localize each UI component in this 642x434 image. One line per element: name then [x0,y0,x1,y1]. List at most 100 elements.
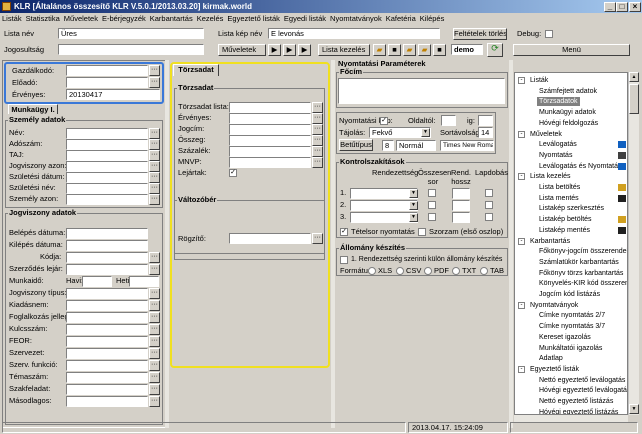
jogviszony-browse-button[interactable]: ··· [149,348,160,359]
gazdalkodo-browse-button[interactable]: ··· [149,65,160,76]
format-radio-tab[interactable] [480,267,488,275]
jogviszony-browse-button[interactable]: ··· [149,300,160,311]
torzsadat-field-input[interactable] [229,135,311,146]
jogviszony-browse-button[interactable]: ··· [149,288,160,299]
scroll-up-icon[interactable]: ▲ [629,72,639,82]
kontrol-dropdown-icon[interactable]: ▼ [409,201,418,210]
tree-item[interactable]: Leválogatás és Nyomtatás [537,162,624,171]
szemelyi-browse-button[interactable]: ··· [149,139,160,150]
jogviszony-field-input[interactable] [66,336,148,347]
maximize-button[interactable]: □ [616,2,628,12]
menu-item-7[interactable]: Egyedi listák [282,14,328,23]
tree-item[interactable]: Címke nyomtatás 3/7 [537,322,607,331]
sortavolsag-input[interactable]: 14 [478,127,493,138]
focim-textarea[interactable] [338,78,505,104]
kontrol-dropdown-icon[interactable]: ▼ [409,189,418,198]
jogviszony-browse-button[interactable]: ··· [149,264,160,275]
torzsadat-browse-button[interactable]: ··· [312,157,323,168]
tree-item[interactable]: Listakép mentés [537,226,592,235]
jogviszony-field-input[interactable] [66,348,148,359]
jogviszony-field-input[interactable] [66,288,148,299]
tree-item[interactable]: Műveletek [528,130,564,139]
tree-item[interactable]: Adatlap [537,354,565,363]
tree-item[interactable]: Leválogatás [537,140,579,149]
tab-torzsadat[interactable]: Törzsadat [173,64,219,76]
menu-item-5[interactable]: Kezelés [195,14,226,23]
jogosultsag-input[interactable] [58,44,204,55]
kontrol-rendezettseg-select[interactable] [350,188,418,199]
center-splitter[interactable] [331,60,335,428]
tree-expand-icon[interactable]: - [518,301,525,309]
jogviszony-field-input[interactable] [66,228,148,239]
tree-item[interactable]: Főkönyv törzs karbantartás [537,269,625,278]
tree-item[interactable]: Egyeztető listák [528,365,581,374]
jogviszony-field-input[interactable] [66,384,148,395]
kontrol-lapdobas-checkbox[interactable] [485,189,493,197]
levalogatas-icon[interactable]: ▶ [268,44,281,56]
eloado-input[interactable] [66,77,148,88]
menu-item-3[interactable]: E-bérjegyzék [100,14,148,23]
tree-expand-icon[interactable]: - [518,77,525,84]
szemelyi-field-input[interactable] [66,161,148,172]
kontrol-rendezettseg-select[interactable] [350,212,418,223]
torzsadat-browse-button[interactable]: ··· [312,146,323,157]
ervenyes-input[interactable]: 20130417 [66,89,160,100]
jogviszony-field-input[interactable] [66,264,148,275]
jogviszony-browse-button[interactable]: ··· [149,252,160,263]
szemelyi-field-input[interactable] [66,194,148,205]
tree-item[interactable]: Hóvégi egyeztető listázás [537,408,620,414]
folder-open-icon[interactable]: ▰ [373,44,386,56]
szemelyi-field-input[interactable] [66,150,148,161]
jogviszony-browse-button[interactable]: ··· [149,336,160,347]
tree-item[interactable]: Nettó egyeztető listázás [537,397,615,406]
nyomtatasi-kep-checkbox[interactable]: ✓ [380,117,388,125]
ig-input[interactable] [478,115,493,126]
tab-munkaugy[interactable]: Munkaügy I. [8,104,58,114]
kontrol-osszesen-checkbox[interactable] [428,189,436,197]
kontrol-lapdobas-checkbox[interactable] [485,201,493,209]
kontrol-rend-hossz-input[interactable] [452,200,470,211]
menu-item-6[interactable]: Egyeztető listák [225,14,282,23]
torzsadat-browse-button[interactable]: ··· [312,113,323,124]
tree-item[interactable]: Munkaügyi adatok [537,108,598,117]
format-radio-csv[interactable] [396,267,404,275]
kontrol-dropdown-icon[interactable]: ▼ [409,213,418,222]
tree-item[interactable]: Jogcím kód listázás [537,290,602,299]
folder-icon[interactable]: ▰ [403,44,416,56]
listakep-save-icon[interactable]: ■ [433,44,446,56]
rogzito-input[interactable] [229,233,311,244]
betu-meret-input[interactable]: 8 [382,140,394,151]
jogviszony-field-input[interactable] [66,312,148,323]
szemelyi-browse-button[interactable]: ··· [149,183,160,194]
betutipus-button[interactable]: Betűtípus [339,139,373,151]
jogviszony-browse-button[interactable]: ··· [149,372,160,383]
debug-checkbox[interactable] [545,30,553,38]
jogviszony-field-input[interactable] [66,300,148,311]
tree-item[interactable]: Lista mentés [537,194,581,203]
tree-item[interactable]: Nyomtatás [537,151,574,160]
jogviszony-browse-button[interactable]: ··· [149,312,160,323]
menu-item-4[interactable]: Karbantartás [148,14,195,23]
tetelsor-checkbox[interactable]: ✓ [340,228,348,236]
close-button[interactable]: × [629,2,641,12]
save-icon[interactable]: ■ [388,44,401,56]
scroll-down-icon[interactable]: ▼ [629,404,639,414]
jogviszony-browse-button[interactable]: ··· [149,396,160,407]
gazdalkodo-input[interactable] [66,65,148,76]
refresh-icon[interactable]: ⟳ [487,43,503,57]
kontrol-lapdobas-checkbox[interactable] [485,213,493,221]
torzsadat-field-input[interactable] [229,113,311,124]
tree-item[interactable]: Munkáltatói igazolás [537,344,604,353]
jogviszony-field-input[interactable] [66,360,148,371]
scroll-thumb[interactable] [629,84,639,114]
torzsadat-browse-button[interactable]: ··· [312,102,323,113]
levalogatas-nyomtatas-icon[interactable]: ▶ [298,44,311,56]
jogviszony-field-input[interactable] [66,324,148,335]
szemelyi-browse-button[interactable]: ··· [149,128,160,139]
format-radio-xls[interactable] [368,267,376,275]
minimize-button[interactable]: _ [604,2,616,12]
jogviszony-browse-button[interactable]: ··· [149,324,160,335]
torzsadat-field-input[interactable] [229,102,311,113]
rogzito-browse-button[interactable]: ··· [312,233,323,244]
heti-input[interactable] [129,276,159,287]
